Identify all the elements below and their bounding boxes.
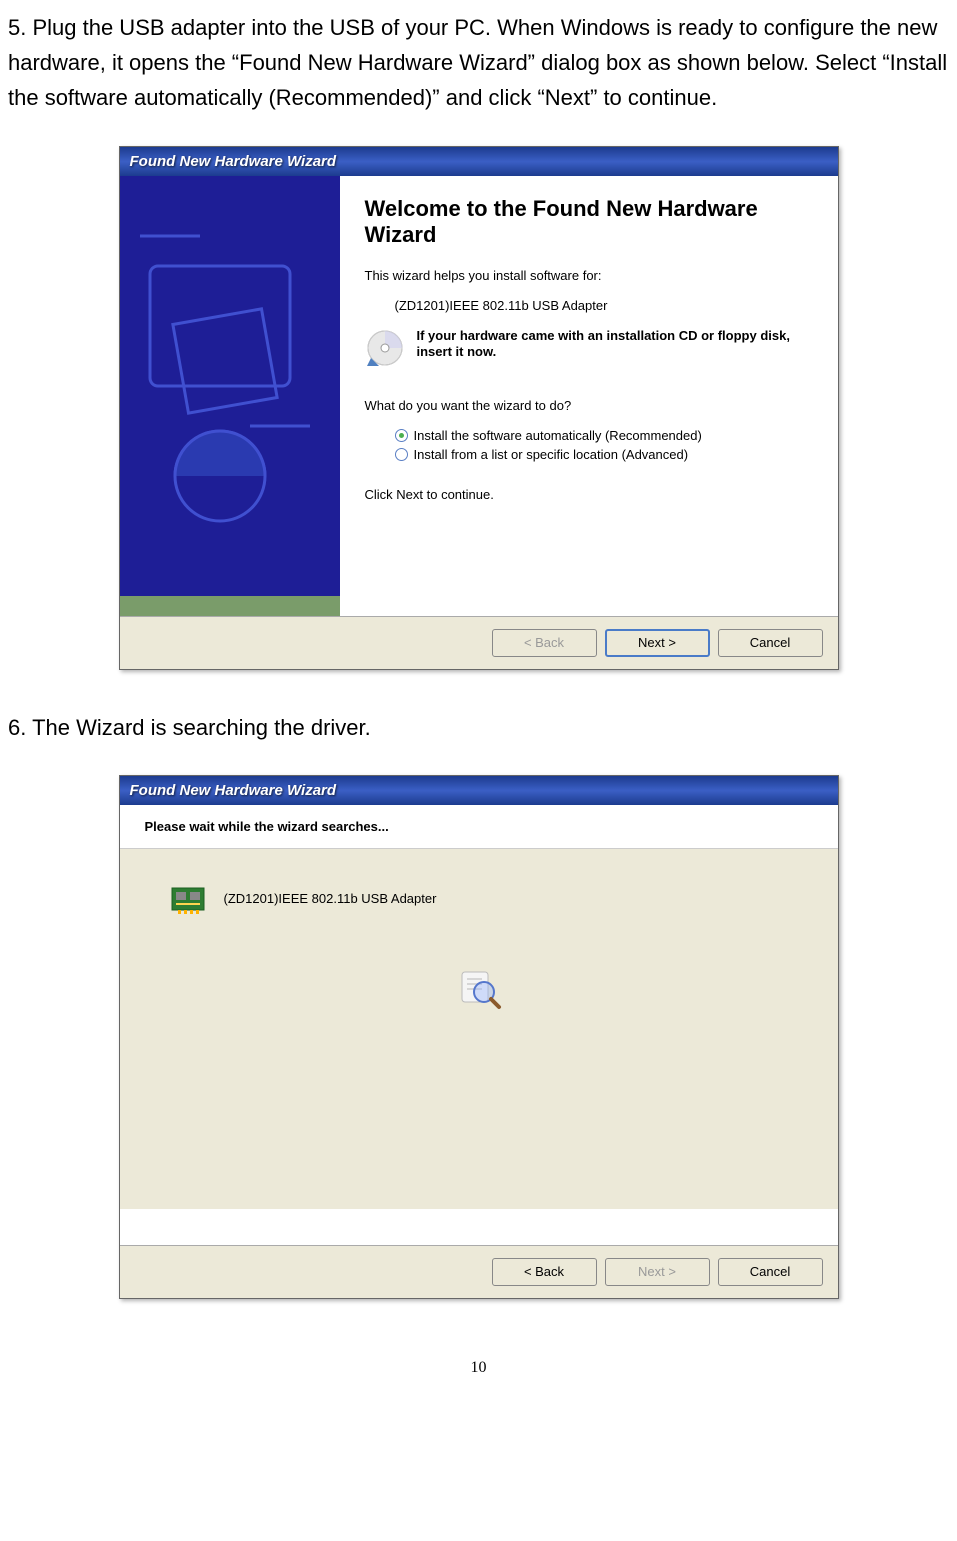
click-next-hint: Click Next to continue. (365, 487, 813, 502)
cancel-button[interactable]: Cancel (718, 1258, 823, 1286)
device-name: (ZD1201)IEEE 802.11b USB Adapter (224, 891, 437, 906)
cd-hint: If your hardware came with an installati… (417, 328, 813, 362)
step-5-text: 5. Plug the USB adapter into the USB of … (0, 10, 957, 116)
radio-label: Install the software automatically (Reco… (414, 428, 702, 443)
back-button[interactable]: < Back (492, 1258, 597, 1286)
radio-option-auto[interactable]: Install the software automatically (Reco… (395, 428, 813, 443)
wizard-dialog-2: Found New Hardware Wizard Please wait wh… (119, 775, 839, 1299)
chip-icon (170, 884, 206, 914)
wizard-searching-heading: Please wait while the wizard searches... (120, 805, 838, 849)
radio-unselected-icon (395, 448, 408, 461)
search-magnifier-icon (454, 964, 504, 1014)
radio-selected-icon (395, 429, 408, 442)
wizard-question: What do you want the wizard to do? (365, 398, 813, 413)
radio-label: Install from a list or specific location… (414, 447, 689, 462)
wizard-dialog-1: Found New Hardware Wizard (119, 146, 839, 670)
titlebar: Found New Hardware Wizard (120, 776, 838, 805)
wizard-sidebar-graphic (120, 176, 340, 616)
titlebar: Found New Hardware Wizard (120, 147, 838, 176)
device-name: (ZD1201)IEEE 802.11b USB Adapter (365, 298, 813, 313)
page-number: 10 (0, 1359, 957, 1377)
next-button: Next > (605, 1258, 710, 1286)
wizard-intro: This wizard helps you install software f… (365, 268, 813, 283)
step-6-text: 6. The Wizard is searching the driver. (0, 710, 957, 745)
cd-icon (365, 328, 405, 368)
wizard-heading: Welcome to the Found New Hardware Wizard (365, 196, 813, 248)
cancel-button[interactable]: Cancel (718, 629, 823, 657)
next-button[interactable]: Next > (605, 629, 710, 657)
back-button: < Back (492, 629, 597, 657)
radio-option-list[interactable]: Install from a list or specific location… (395, 447, 813, 462)
